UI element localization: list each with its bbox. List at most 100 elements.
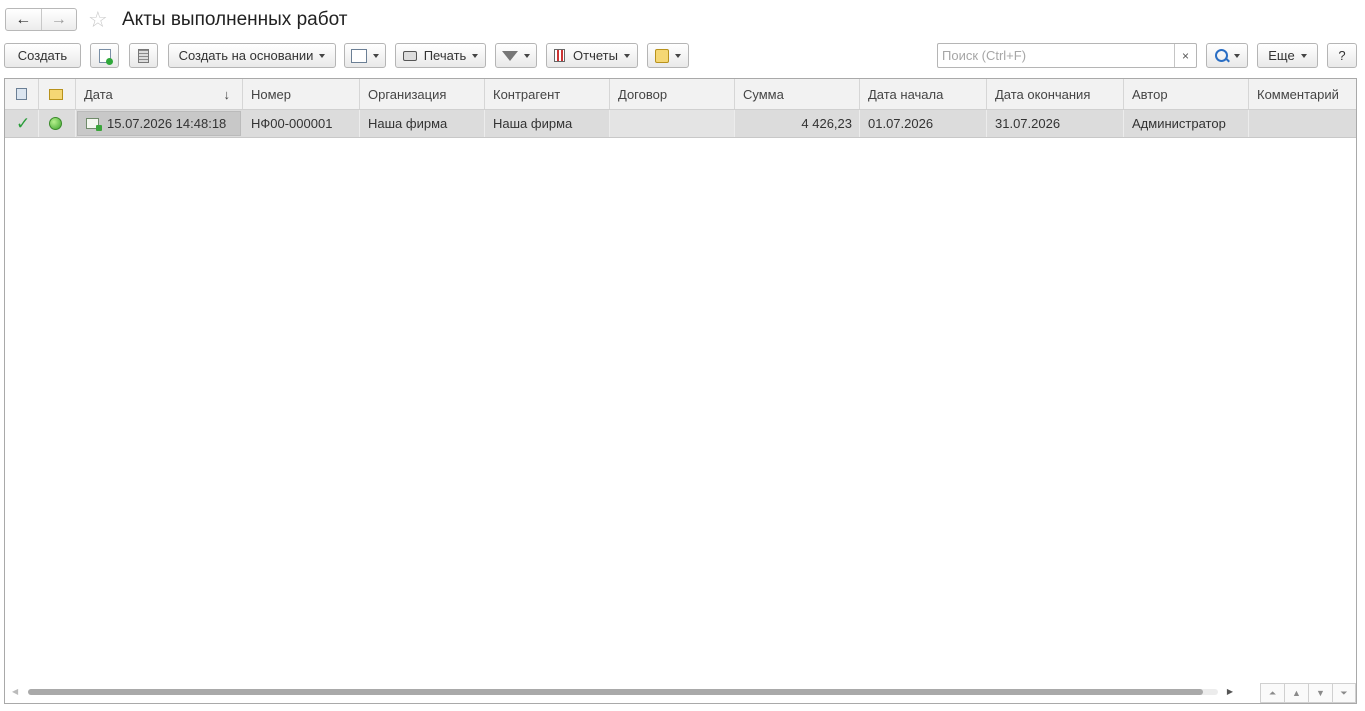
forward-arrow-icon[interactable]: → [40,9,77,30]
author-value: Администратор [1132,116,1226,131]
back-arrow-icon[interactable]: ← [6,9,41,30]
document-icon [86,118,102,131]
column-header-amount[interactable]: Сумма [735,79,860,109]
end-date-value: 31.07.2026 [995,116,1061,131]
attachments-dropdown-button[interactable] [647,43,689,68]
chevron-down-icon [319,53,326,58]
posted-cell: ✓ [5,110,39,137]
column-header-contract[interactable]: Договор [610,79,735,109]
go-to-first-button[interactable]: ⏶ [1260,683,1284,703]
status-green-dot-icon [49,117,62,130]
column-header-label: Контрагент [493,86,561,102]
column-header-label: Организация [368,86,447,102]
column-header-label: Номер [251,86,292,102]
scroll-right-arrow-icon[interactable]: ▶ [1227,687,1233,696]
search-icon [1214,49,1228,62]
documents-table: Дата ↓ Номер Организация Контрагент Дого… [4,78,1357,704]
page-down-button[interactable]: ▼ [1308,683,1332,703]
settings-dropdown-button[interactable] [344,43,386,68]
column-header-label: Дата начала [868,86,944,102]
help-button[interactable]: ? [1327,43,1357,68]
attachment-icon [655,48,669,63]
table-row[interactable]: ✓ 15.07.2026 14:48:18 НФ00-000001 Наша ф… [5,110,1356,138]
more-button-label: Еще [1268,48,1295,63]
favorite-star-icon[interactable]: ☆ [88,8,108,32]
chevron-down-icon [1300,53,1307,58]
column-header-posted[interactable] [5,79,39,109]
contract-cell [610,110,735,137]
chevron-down-icon [373,53,379,58]
amount-value: 4 426,23 [801,116,852,131]
column-header-author[interactable]: Автор [1124,79,1249,109]
horizontal-scrollbar[interactable]: ◀ ▶ [8,687,1233,696]
filter-dropdown-button[interactable] [495,43,537,68]
number-cell: НФ00-000001 [243,110,360,137]
search-input[interactable] [938,44,1174,67]
comment-cell [1249,110,1356,137]
chevron-down-icon [623,53,630,58]
organization-cell: Наша фирма [360,110,485,137]
amount-cell: 4 426,23 [735,110,860,137]
date-value: 15.07.2026 14:48:18 [107,116,227,131]
print-button[interactable]: Печать [395,43,486,68]
more-button[interactable]: Еще [1257,43,1318,68]
counterparty-cell: Наша фирма [485,110,610,137]
create-based-on-button[interactable]: Создать на основании [168,43,336,68]
help-button-label: ? [1338,48,1346,63]
column-header-end-date[interactable]: Дата окончания [987,79,1124,109]
date-cell[interactable]: 15.07.2026 14:48:18 [77,111,241,136]
column-header-label: Комментарий [1257,86,1339,102]
start-date-cell: 01.07.2026 [860,110,987,137]
list-button[interactable] [129,43,158,68]
chevron-down-icon [1233,53,1240,58]
column-header-organization[interactable]: Организация [360,79,485,109]
reports-button[interactable]: Отчеты [546,43,638,68]
column-header-label: Дата окончания [995,86,1091,102]
page-title: Акты выполненных работ [122,9,348,30]
end-date-cell: 31.07.2026 [987,110,1124,137]
page-up-button[interactable]: ▲ [1284,683,1308,703]
chevron-down-icon [472,53,479,58]
author-cell: Администратор [1124,110,1249,137]
go-to-last-button[interactable]: ⏷ [1332,683,1356,703]
column-header-label: Сумма [743,86,784,102]
column-header-counterparty[interactable]: Контрагент [485,79,610,109]
scrollbar-thumb[interactable] [28,689,1203,695]
reports-button-label: Отчеты [573,48,618,63]
scrollbar-track[interactable] [28,689,1218,695]
create-button[interactable]: Создать [4,43,81,68]
copy-document-icon [98,48,113,65]
list-settings-icon [351,48,367,63]
copy-button[interactable] [90,43,119,68]
organization-value: Наша фирма [368,116,448,131]
counterparty-value: Наша фирма [493,116,573,131]
search-options-button[interactable] [1206,43,1248,68]
status-cell [39,110,76,137]
document-posted-icon [16,88,27,100]
column-header-label: Автор [1132,86,1168,102]
clear-search-button[interactable]: × [1174,44,1196,67]
number-value: НФ00-000001 [251,116,333,131]
sort-down-arrow-icon: ↓ [223,86,231,102]
history-nav: ← → [5,8,77,31]
list-icon [138,48,149,63]
posted-check-icon: ✓ [16,113,31,133]
column-header-number[interactable]: Номер [243,79,360,109]
column-header-status[interactable] [39,79,76,109]
search-field: × [937,43,1197,68]
status-icon [49,88,63,100]
column-header-label: Договор [618,86,668,102]
report-icon [554,49,566,62]
column-header-start-date[interactable]: Дата начала [860,79,987,109]
scroll-left-arrow-icon[interactable]: ◀ [12,687,18,696]
table-header: Дата ↓ Номер Организация Контрагент Дого… [5,79,1356,110]
column-header-date[interactable]: Дата ↓ [76,79,243,109]
printer-icon [402,50,417,61]
start-date-value: 01.07.2026 [868,116,934,131]
print-button-label: Печать [423,48,467,63]
filter-icon [502,50,518,61]
create-based-on-label: Создать на основании [178,48,314,63]
column-header-comment[interactable]: Комментарий [1249,79,1356,109]
chevron-down-icon [524,53,530,58]
chevron-down-icon [675,53,681,58]
